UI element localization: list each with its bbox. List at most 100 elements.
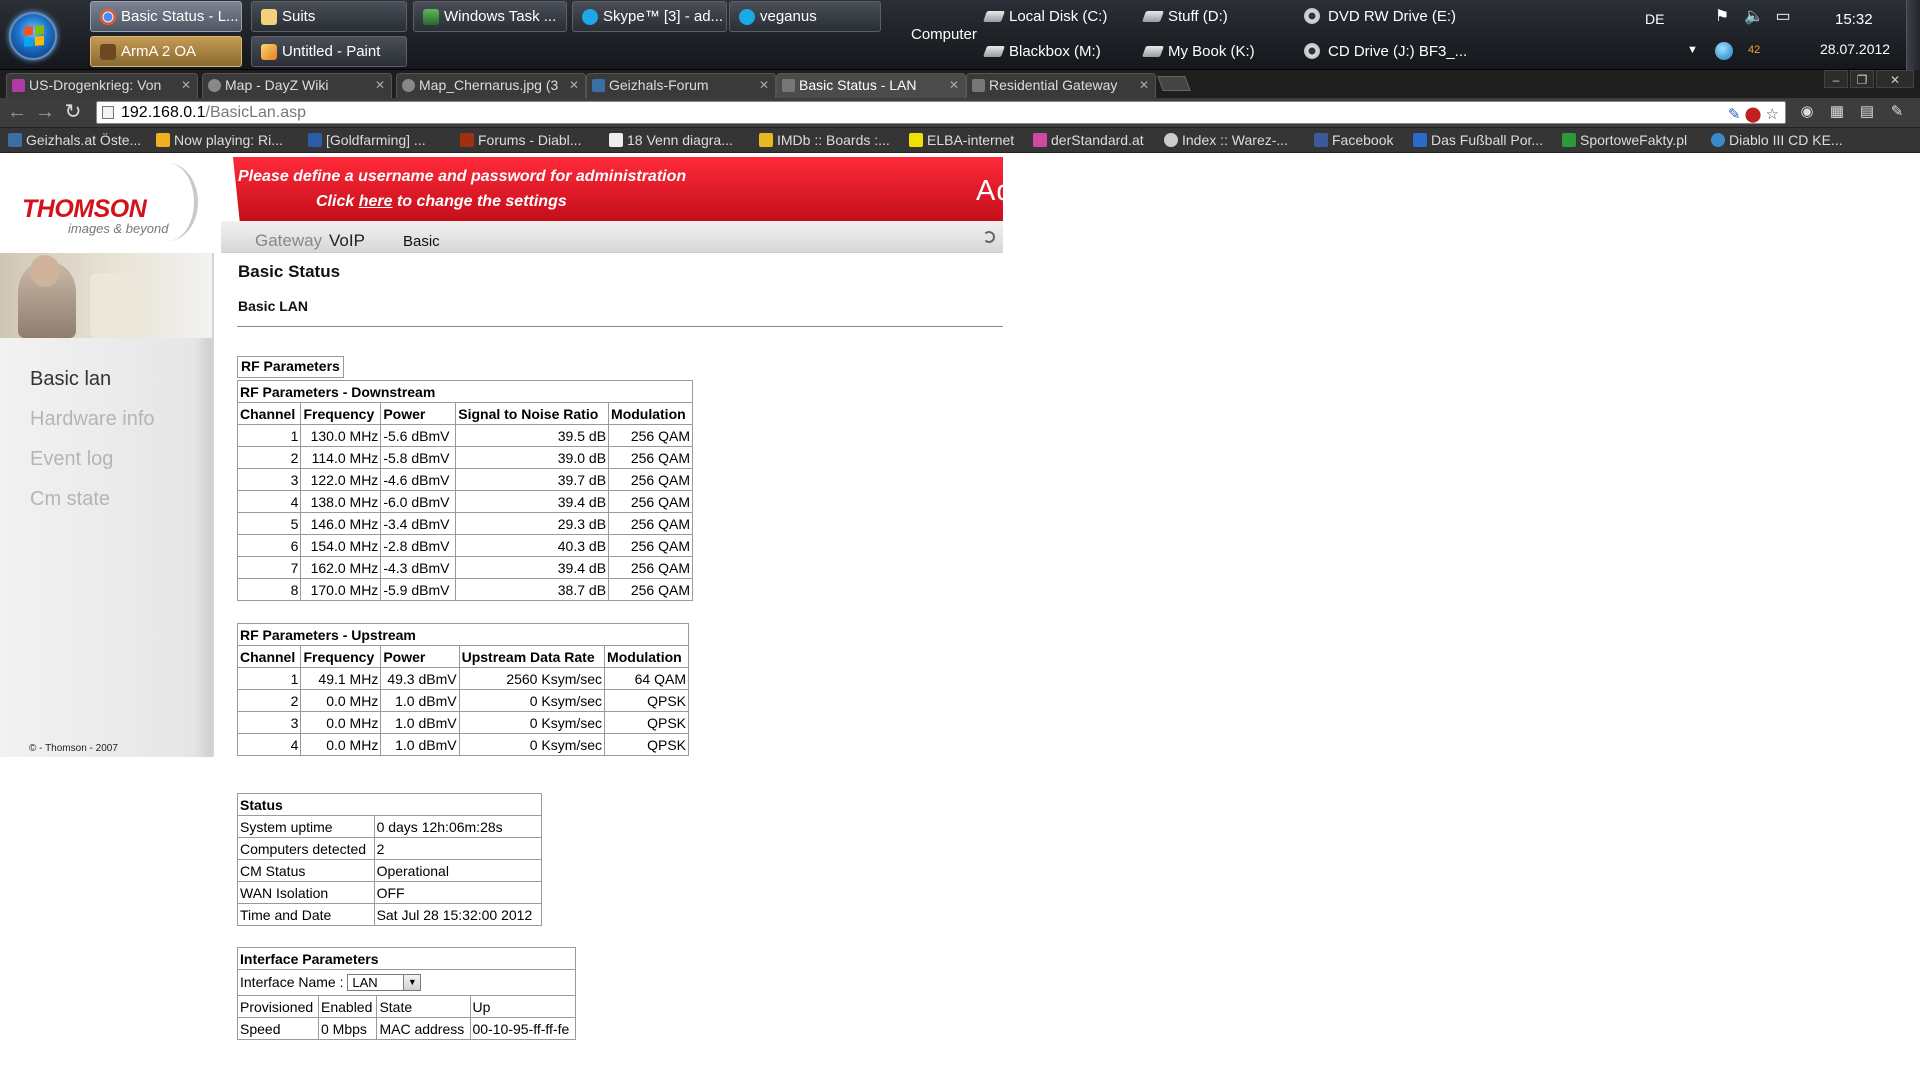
- table-row: 4 138.0 MHz -6.0 dBmV 39.4 dB 256 QAM: [236, 490, 693, 513]
- bookmark-elba[interactable]: ELBA-internet: [909, 132, 1014, 148]
- table-cell: 5: [236, 512, 302, 535]
- extension-plugin-icon[interactable]: ▤: [1858, 103, 1876, 121]
- extension-pen-icon[interactable]: ✎: [1728, 106, 1741, 123]
- taskbar-button-suits[interactable]: Suits: [251, 1, 407, 32]
- drive-c[interactable]: Local Disk (C:): [982, 8, 1107, 25]
- nav-voip[interactable]: VoIP: [329, 231, 365, 251]
- clock-date[interactable]: 28.07.2012: [1820, 41, 1890, 57]
- computer-toolbar-label: Computer: [911, 26, 977, 43]
- tab-close-icon[interactable]: ✕: [759, 74, 769, 97]
- drive-m[interactable]: Blackbox (M:): [982, 43, 1101, 60]
- address-bar[interactable]: 192.168.0.1/BasicLan.asp ✎ ⬤ ☆: [96, 101, 1786, 124]
- table-title-row: Status: [237, 793, 542, 816]
- wrench-menu-icon[interactable]: ✎: [1888, 103, 1906, 121]
- sidebar-item-event-log[interactable]: Event log: [30, 448, 113, 471]
- tab-geizhals-forum[interactable]: Geizhals-Forum ✕: [586, 73, 776, 98]
- table-cell: -4.6 dBmV: [380, 468, 457, 491]
- extension-network-icon[interactable]: ▦: [1828, 103, 1846, 121]
- bookmark-star-icon[interactable]: ☆: [1766, 106, 1779, 123]
- tab-us-drogenkrieg[interactable]: US-Drogenkrieg: Von ✕: [6, 73, 198, 98]
- taskbar-button-veganus[interactable]: veganus: [729, 1, 881, 32]
- taskbar-button-skype[interactable]: Skype™ [3] - ad...: [572, 1, 727, 32]
- table-row: 1 130.0 MHz -5.6 dBmV 39.5 dB 256 QAM: [236, 424, 693, 447]
- table-row: CM Status Operational: [237, 859, 543, 882]
- taskbar-button-task-manager[interactable]: Windows Task ...: [413, 1, 567, 32]
- nav-basic[interactable]: Basic: [403, 233, 440, 250]
- tab-residential-gateway[interactable]: Residential Gateway ✕: [966, 73, 1156, 98]
- bookmark-now-playing[interactable]: Now playing: Ri...: [156, 132, 283, 148]
- close-window-icon[interactable]: ✕: [1876, 70, 1914, 88]
- dropdown-arrow-icon[interactable]: ▼: [403, 975, 421, 991]
- refresh-icon[interactable]: [983, 231, 995, 243]
- restore-icon[interactable]: ❐: [1850, 70, 1874, 88]
- bookmark-diablo-cd-key[interactable]: Diablo III CD KE...: [1711, 132, 1843, 148]
- sidebar-item-cm-state[interactable]: Cm state: [30, 488, 110, 511]
- browser-toolbar: ← → ↻ 192.168.0.1/BasicLan.asp ✎ ⬤ ☆ ◉ ▦…: [0, 98, 1920, 128]
- downstream-table: RF Parameters - Downstream Channel Frequen…: [236, 380, 693, 601]
- change-settings-link[interactable]: here: [359, 193, 393, 210]
- drive-d[interactable]: Stuff (D:): [1141, 8, 1228, 25]
- paint-icon: [261, 44, 277, 60]
- tab-map-chernarus[interactable]: Map_Chernarus.jpg (3 ✕: [396, 73, 586, 98]
- bookmark-facebook[interactable]: Facebook: [1314, 132, 1393, 148]
- tab-close-icon[interactable]: ✕: [949, 74, 959, 97]
- interface-name-select[interactable]: LAN ▼: [347, 974, 422, 992]
- table-row: 3 0.0 MHz 1.0 dBmV 0 Ksym/sec QPSK: [236, 711, 689, 734]
- bookmark-favicon-icon: [609, 133, 623, 147]
- bookmark-geizhals[interactable]: Geizhals.at Öste...: [8, 132, 141, 148]
- show-hidden-icons-arrow-icon[interactable]: ▼: [1687, 44, 1698, 56]
- sidebar-item-hardware-info[interactable]: Hardware info: [30, 408, 155, 431]
- bookmark-imdb[interactable]: IMDb :: Boards :...: [759, 132, 890, 148]
- tab-close-icon[interactable]: ✕: [181, 74, 191, 97]
- browser-tab-strip: US-Drogenkrieg: Von ✕ Map - DayZ Wiki ✕ …: [0, 70, 1920, 98]
- bookmark-fussball-portal[interactable]: Das Fußball Por...: [1413, 132, 1543, 148]
- reload-icon[interactable]: ↻: [62, 101, 84, 123]
- extension-globe-icon[interactable]: ◉: [1798, 103, 1816, 121]
- table-cell: 4: [236, 490, 302, 513]
- table-cell: -3.4 dBmV: [380, 512, 457, 535]
- network-icon[interactable]: ▭: [1774, 8, 1792, 26]
- sidebar-item-basic-lan[interactable]: Basic lan: [30, 368, 111, 391]
- new-tab-button[interactable]: [1157, 76, 1191, 91]
- table-cell: -5.9 dBmV: [380, 578, 457, 601]
- taskbar-button-chrome[interactable]: Basic Status - L...: [90, 1, 242, 32]
- arma-icon: [100, 44, 116, 60]
- bookmark-sportowefakty[interactable]: SportoweFakty.pl: [1562, 132, 1687, 148]
- start-button[interactable]: [9, 12, 57, 60]
- bookmark-venn-diagram[interactable]: 18 Venn diagra...: [609, 132, 733, 148]
- bookmark-derstandard[interactable]: derStandard.at: [1033, 132, 1144, 148]
- drive-e[interactable]: DVD RW Drive (E:): [1304, 8, 1456, 25]
- drive-j[interactable]: CD Drive (J:) BF3_...: [1304, 43, 1467, 60]
- table-cell: 138.0 MHz: [300, 490, 382, 513]
- nav-gateway[interactable]: Gateway: [255, 231, 322, 251]
- tab-close-icon[interactable]: ✕: [569, 74, 579, 97]
- column-header: Modulation: [608, 402, 693, 425]
- taskbar-button-paint[interactable]: Untitled - Paint: [251, 36, 407, 67]
- language-indicator[interactable]: DE: [1645, 11, 1664, 27]
- table-header-row: Channel Frequency Power Signal to Noise Rat…: [236, 402, 693, 425]
- drive-k[interactable]: My Book (K:): [1141, 43, 1255, 60]
- bookmark-favicon-icon: [1711, 133, 1725, 147]
- clock-time[interactable]: 15:32: [1835, 11, 1873, 28]
- volume-icon[interactable]: 🔈: [1744, 8, 1764, 26]
- table-cell: Enabled: [317, 995, 378, 1018]
- table-cell: Speed: [237, 1017, 319, 1040]
- tab-close-icon[interactable]: ✕: [375, 74, 385, 97]
- bookmark-warez-index[interactable]: Index :: Warez-...: [1164, 132, 1288, 148]
- forward-arrow-icon[interactable]: →: [34, 101, 56, 123]
- table-row: 1 49.1 MHz 49.3 dBmV 2560 Ksym/sec 64 QAM: [236, 667, 689, 690]
- adblock-icon[interactable]: ⬤: [1745, 106, 1762, 123]
- taskbar-button-arma[interactable]: ArmA 2 OA: [90, 36, 242, 67]
- tab-close-icon[interactable]: ✕: [1139, 74, 1149, 97]
- tray-app-icon[interactable]: [1715, 42, 1733, 60]
- minimize-icon[interactable]: ‒: [1824, 70, 1848, 88]
- tab-basic-status-lan[interactable]: Basic Status - LAN ✕: [776, 73, 966, 98]
- bookmark-diablo-forums[interactable]: Forums - Diabl...: [460, 132, 581, 148]
- action-center-flag-icon[interactable]: ⚑: [1713, 8, 1731, 26]
- table-cell: 3: [236, 468, 302, 491]
- tab-dayz-wiki[interactable]: Map - DayZ Wiki ✕: [202, 73, 392, 98]
- table-cell: 2: [236, 689, 302, 712]
- show-desktop-button[interactable]: [1906, 0, 1920, 70]
- back-arrow-icon[interactable]: ←: [6, 101, 28, 123]
- bookmark-goldfarming[interactable]: [Goldfarming] ...: [308, 132, 426, 148]
